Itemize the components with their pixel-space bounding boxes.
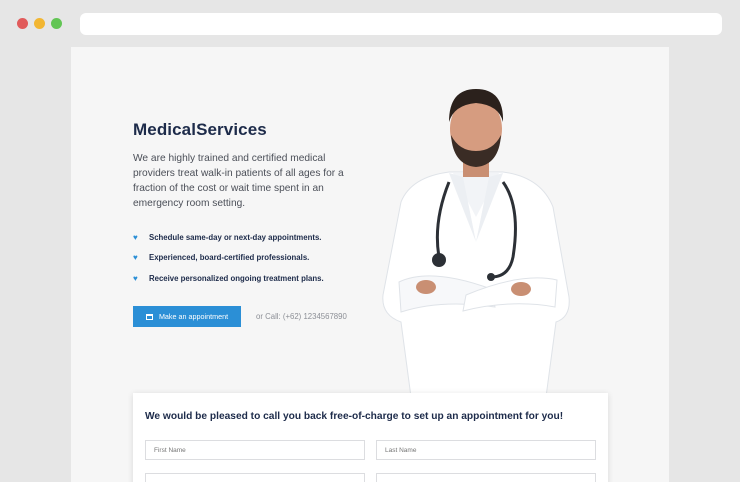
first-name-field[interactable]: [145, 440, 365, 460]
make-appointment-button[interactable]: Make an appointment: [133, 306, 241, 327]
heart-icon: ♥: [133, 273, 138, 283]
form-title: We would be pleased to call you back fre…: [145, 411, 564, 422]
hero-description: We are highly trained and certified medi…: [133, 153, 344, 209]
calendar-icon: [145, 313, 153, 320]
feature-item: ♥ Schedule same-day or next-day appointm…: [133, 227, 324, 248]
page-title: MedicalServices: [133, 120, 267, 140]
maximize-dot[interactable]: [51, 18, 62, 29]
close-dot[interactable]: [17, 18, 28, 29]
feature-text: Experienced, board-certified professiona…: [149, 253, 310, 263]
title-rest: Services: [196, 120, 267, 139]
callback-form: We would be pleased to call you back fre…: [133, 393, 608, 482]
feature-text: Receive personalized ongoing treatment p…: [149, 273, 324, 283]
feature-list: ♥ Schedule same-day or next-day appointm…: [133, 227, 324, 289]
title-bold: Medical: [133, 120, 197, 139]
window-controls: [17, 18, 62, 29]
doctor-photo: [382, 89, 570, 397]
email-field[interactable]: [145, 473, 365, 482]
last-name-field[interactable]: [376, 440, 596, 460]
make-appointment-label: Make an appointment: [158, 312, 229, 321]
address-bar[interactable]: [80, 13, 722, 35]
page-content: MedicalServices We are highly trained an…: [71, 47, 669, 482]
feature-item: ♥ Experienced, board-certified professio…: [133, 248, 324, 269]
browser-window: MedicalServices We are highly trained an…: [0, 0, 740, 482]
heart-icon: ♥: [133, 253, 138, 263]
minimize-dot[interactable]: [34, 18, 45, 29]
call-phone-text: or Call: (+62) 1234567890: [256, 312, 347, 321]
feature-item: ♥ Receive personalized ongoing treatment…: [133, 268, 324, 289]
heart-icon: ♥: [133, 232, 138, 242]
feature-text: Schedule same-day or next-day appointmen…: [149, 232, 322, 242]
phone-field[interactable]: [376, 473, 596, 482]
